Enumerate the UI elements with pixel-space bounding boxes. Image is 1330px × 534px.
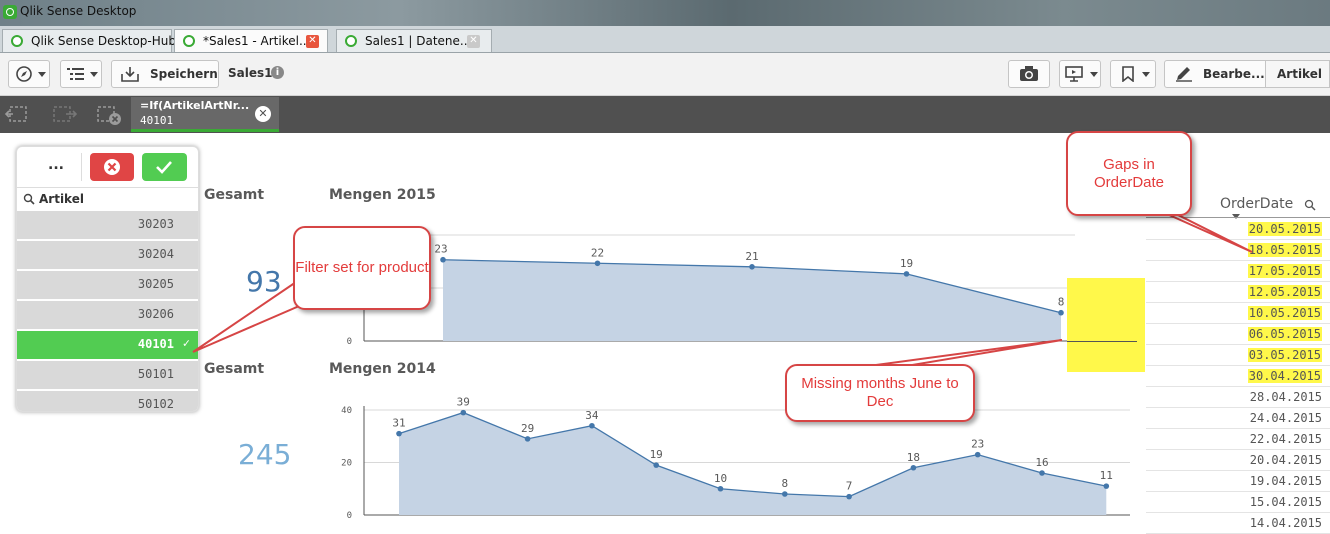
callout-pointers bbox=[192, 209, 1253, 370]
callout-gaps: Gaps in OrderDate bbox=[1066, 131, 1192, 216]
callout-missing-months: Missing months June to Dec bbox=[785, 364, 975, 422]
callout-filter: Filter set for product bbox=[293, 226, 431, 310]
